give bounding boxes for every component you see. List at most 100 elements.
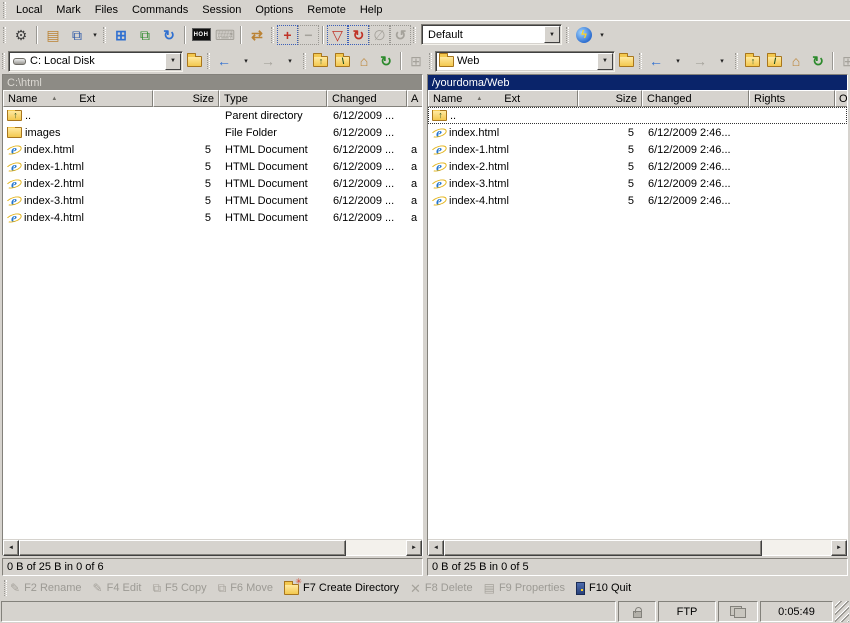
- remote-root-directory-button[interactable]: /: [763, 50, 785, 72]
- column-header-size[interactable]: Size: [153, 90, 219, 107]
- new-session-button[interactable]: ⊞: [109, 24, 133, 46]
- local-drive-combo[interactable]: C: Local Disk ▼: [8, 51, 183, 72]
- column-header-type[interactable]: Type: [219, 90, 327, 107]
- menu-item[interactable]: Mark: [49, 2, 87, 18]
- menu-item[interactable]: Options: [248, 2, 300, 18]
- menu-item[interactable]: Session: [195, 2, 248, 18]
- function-key-button[interactable]: F8 Delete: [410, 582, 473, 595]
- remote-home-directory-button[interactable]: ⌂: [785, 50, 807, 72]
- function-key-button[interactable]: F10 Quit: [576, 582, 631, 595]
- remote-horizontal-scrollbar[interactable]: ◄ ►: [428, 539, 847, 555]
- scrollbar-track[interactable]: [762, 540, 831, 555]
- combo-dropdown-button[interactable]: ▼: [597, 53, 613, 70]
- file-row[interactable]: eindex-2.html 5 6/12/2009 2:46...: [428, 158, 847, 175]
- duplicate-session-dropdown[interactable]: ▾: [89, 24, 101, 46]
- reconnect-button[interactable]: ↻: [157, 24, 181, 46]
- local-path-bar[interactable]: C:\html: [3, 75, 422, 90]
- function-key-button[interactable]: F4 Edit: [93, 582, 142, 594]
- remote-open-directory-button[interactable]: [615, 50, 637, 72]
- file-row[interactable]: eindex-4.html 5 6/12/2009 2:46...: [428, 192, 847, 209]
- preferences-button[interactable]: ⚙: [9, 24, 33, 46]
- toolbar-gripper[interactable]: [103, 27, 106, 43]
- scroll-left-button[interactable]: ◄: [428, 540, 444, 556]
- toolbar-gripper[interactable]: [2, 53, 5, 69]
- local-home-directory-button[interactable]: ⌂: [353, 50, 375, 72]
- invert-selection-button[interactable]: ↻: [348, 25, 369, 45]
- remote-refresh-button[interactable]: ↻: [807, 50, 829, 72]
- column-header-changed[interactable]: Changed: [327, 90, 407, 107]
- menu-item[interactable]: Remote: [300, 2, 353, 18]
- local-tree-button[interactable]: ⊞: [405, 50, 427, 72]
- column-header-owner[interactable]: O: [835, 90, 847, 107]
- column-header-size[interactable]: Size: [578, 90, 642, 107]
- toolbar-gripper[interactable]: [207, 53, 210, 69]
- clear-selection-button[interactable]: ∅: [369, 25, 390, 45]
- menu-item[interactable]: Local: [9, 2, 49, 18]
- file-row[interactable]: ↑..: [428, 107, 847, 124]
- toolbar-gripper[interactable]: [4, 580, 7, 596]
- local-refresh-button[interactable]: ↻: [375, 50, 397, 72]
- remote-directory-combo[interactable]: Web ▼: [435, 51, 615, 72]
- function-key-button[interactable]: F5 Copy: [152, 582, 206, 594]
- file-row[interactable]: eindex-1.html 5 HTML Document 6/12/2009 …: [3, 158, 422, 175]
- local-forward-dropdown[interactable]: ▾: [279, 50, 301, 72]
- toolbar-gripper[interactable]: [735, 53, 738, 69]
- synchronize-button[interactable]: ⇄: [245, 24, 269, 46]
- selection-filter-button[interactable]: ▽: [327, 25, 348, 45]
- column-header-name-ext[interactable]: Name ▲ Ext: [428, 90, 578, 107]
- transfer-settings-combo[interactable]: Default ▼: [421, 24, 562, 45]
- file-row[interactable]: eindex-1.html 5 6/12/2009 2:46...: [428, 141, 847, 158]
- stored-sessions-button[interactable]: ▤: [41, 24, 65, 46]
- file-row[interactable]: ↑.. Parent directory 6/12/2009 ...: [3, 107, 422, 124]
- resize-grip[interactable]: [835, 601, 849, 622]
- scrollbar-thumb[interactable]: [19, 540, 346, 556]
- remote-back-dropdown[interactable]: ▾: [667, 50, 689, 72]
- toolbar-gripper[interactable]: [639, 53, 642, 69]
- scroll-left-button[interactable]: ◄: [3, 540, 19, 556]
- local-open-directory-button[interactable]: [183, 50, 205, 72]
- function-key-button[interactable]: F7 Create Directory: [284, 582, 399, 595]
- toolbar-gripper[interactable]: [429, 53, 432, 69]
- local-root-directory-button[interactable]: \: [331, 50, 353, 72]
- column-header-rights[interactable]: Rights: [749, 90, 835, 107]
- local-back-button[interactable]: ←: [213, 50, 235, 72]
- file-row[interactable]: images File Folder 6/12/2009 ...: [3, 124, 422, 141]
- menu-item[interactable]: Files: [88, 2, 125, 18]
- column-header-changed[interactable]: Changed: [642, 90, 749, 107]
- local-back-dropdown[interactable]: ▾: [235, 50, 257, 72]
- select-files-button[interactable]: +: [277, 25, 298, 45]
- open-in-putty-button[interactable]: ⌨: [213, 24, 237, 46]
- file-row[interactable]: eindex-2.html 5 HTML Document 6/12/2009 …: [3, 175, 422, 192]
- toolbar-gripper[interactable]: [271, 27, 274, 43]
- combo-dropdown-button[interactable]: ▼: [165, 53, 181, 70]
- function-key-button[interactable]: F9 Properties: [484, 582, 565, 594]
- remote-back-button[interactable]: ←: [645, 50, 667, 72]
- file-row[interactable]: eindex.html 5 6/12/2009 2:46...: [428, 124, 847, 141]
- local-forward-button[interactable]: →: [257, 50, 279, 72]
- toolbar-gripper[interactable]: [3, 27, 6, 43]
- console-button[interactable]: HOH: [189, 24, 213, 46]
- transfer-options-dropdown[interactable]: ▾: [596, 24, 608, 46]
- toolbar-gripper[interactable]: [413, 27, 416, 43]
- toolbar-gripper[interactable]: [303, 53, 306, 69]
- function-key-button[interactable]: F6 Move: [218, 582, 273, 594]
- restore-selection-button[interactable]: ↺: [390, 25, 411, 45]
- file-row[interactable]: eindex-3.html 5 6/12/2009 2:46...: [428, 175, 847, 192]
- combo-dropdown-button[interactable]: ▼: [544, 26, 560, 43]
- remote-forward-button[interactable]: →: [689, 50, 711, 72]
- unselect-files-button[interactable]: −: [298, 25, 319, 45]
- function-key-button[interactable]: F2 Rename: [10, 582, 82, 594]
- file-row[interactable]: eindex.html 5 HTML Document 6/12/2009 ..…: [3, 141, 422, 158]
- scroll-right-button[interactable]: ►: [406, 540, 422, 556]
- column-header-name-ext[interactable]: Name ▲ Ext: [3, 90, 153, 107]
- local-parent-directory-button[interactable]: ↑: [309, 50, 331, 72]
- column-header-attr[interactable]: A: [407, 90, 422, 107]
- remote-forward-dropdown[interactable]: ▾: [711, 50, 733, 72]
- remote-tree-button[interactable]: ⊞: [837, 50, 850, 72]
- file-row[interactable]: eindex-3.html 5 HTML Document 6/12/2009 …: [3, 192, 422, 209]
- remote-path-bar[interactable]: /yourdoma/Web: [428, 75, 847, 90]
- menu-item[interactable]: Commands: [125, 2, 195, 18]
- transfer-options-button[interactable]: ϟ: [572, 24, 596, 46]
- toolbar-gripper[interactable]: [566, 27, 569, 43]
- scrollbar-thumb[interactable]: [444, 540, 762, 556]
